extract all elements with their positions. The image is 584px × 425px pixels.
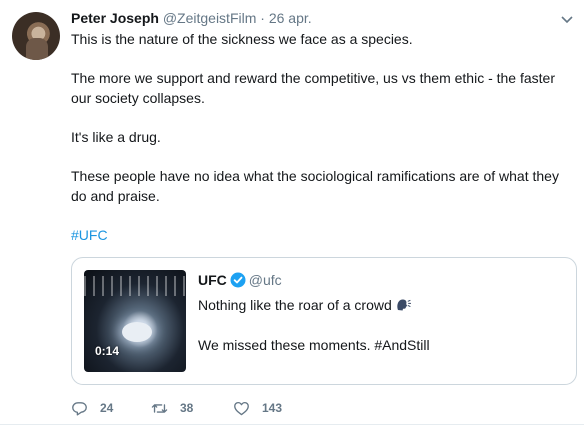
tweet-paragraph: It's like a drug. [71,129,161,145]
chevron-down-icon[interactable] [560,12,574,26]
like-count: 143 [262,401,283,415]
speaking-head-icon [397,299,411,311]
verified-badge-icon [230,272,246,288]
avatar[interactable] [12,12,60,60]
retweet-icon [151,404,168,413]
tweet-paragraph: The more we support and reward the compe… [71,70,555,106]
author-handle[interactable]: @ZeitgeistFilm [163,10,257,26]
quoted-tweet-header: UFC @ufc [198,271,282,289]
tweet-paragraph: This is the nature of the sickness we fa… [71,31,413,47]
reply-button[interactable]: 24 [71,398,131,418]
separator: · [260,10,265,26]
quoted-tweet-text: Nothing like the roar of a crowd We miss… [198,295,568,375]
retweet-count: 38 [180,401,194,415]
tweet-text: This is the nature of the sickness we fa… [71,29,571,264]
tweet[interactable]: Peter Joseph @ZeitgeistFilm · 26 apr. Th… [0,0,584,425]
arena-lights [84,276,186,296]
video-thumbnail[interactable]: 0:14 [84,270,186,372]
like-button[interactable]: 143 [233,398,303,418]
author-name[interactable]: Peter Joseph [71,10,159,26]
quoted-author-handle[interactable]: @ufc [249,272,282,288]
quoted-author-name[interactable]: UFC [198,272,227,288]
quoted-tweet[interactable]: 0:14 UFC @ufc Nothing like the roar of a… [71,257,577,385]
reply-icon [72,402,87,416]
retweet-button[interactable]: 38 [151,398,221,418]
quoted-line-2: We missed these moments. #AndStill [198,337,430,353]
heart-icon [234,401,249,416]
tweet-date[interactable]: 26 apr. [269,10,312,26]
video-duration: 0:14 [95,344,120,358]
tweet-header: Peter Joseph @ZeitgeistFilm · 26 apr. [71,9,312,27]
quoted-line-1: Nothing like the roar of a crowd [198,297,392,313]
tweet-paragraph: These people have no idea what the socio… [71,168,559,204]
arena-octagon [122,322,152,342]
hashtag-link[interactable]: #UFC [71,227,108,243]
reply-count: 24 [100,401,114,415]
